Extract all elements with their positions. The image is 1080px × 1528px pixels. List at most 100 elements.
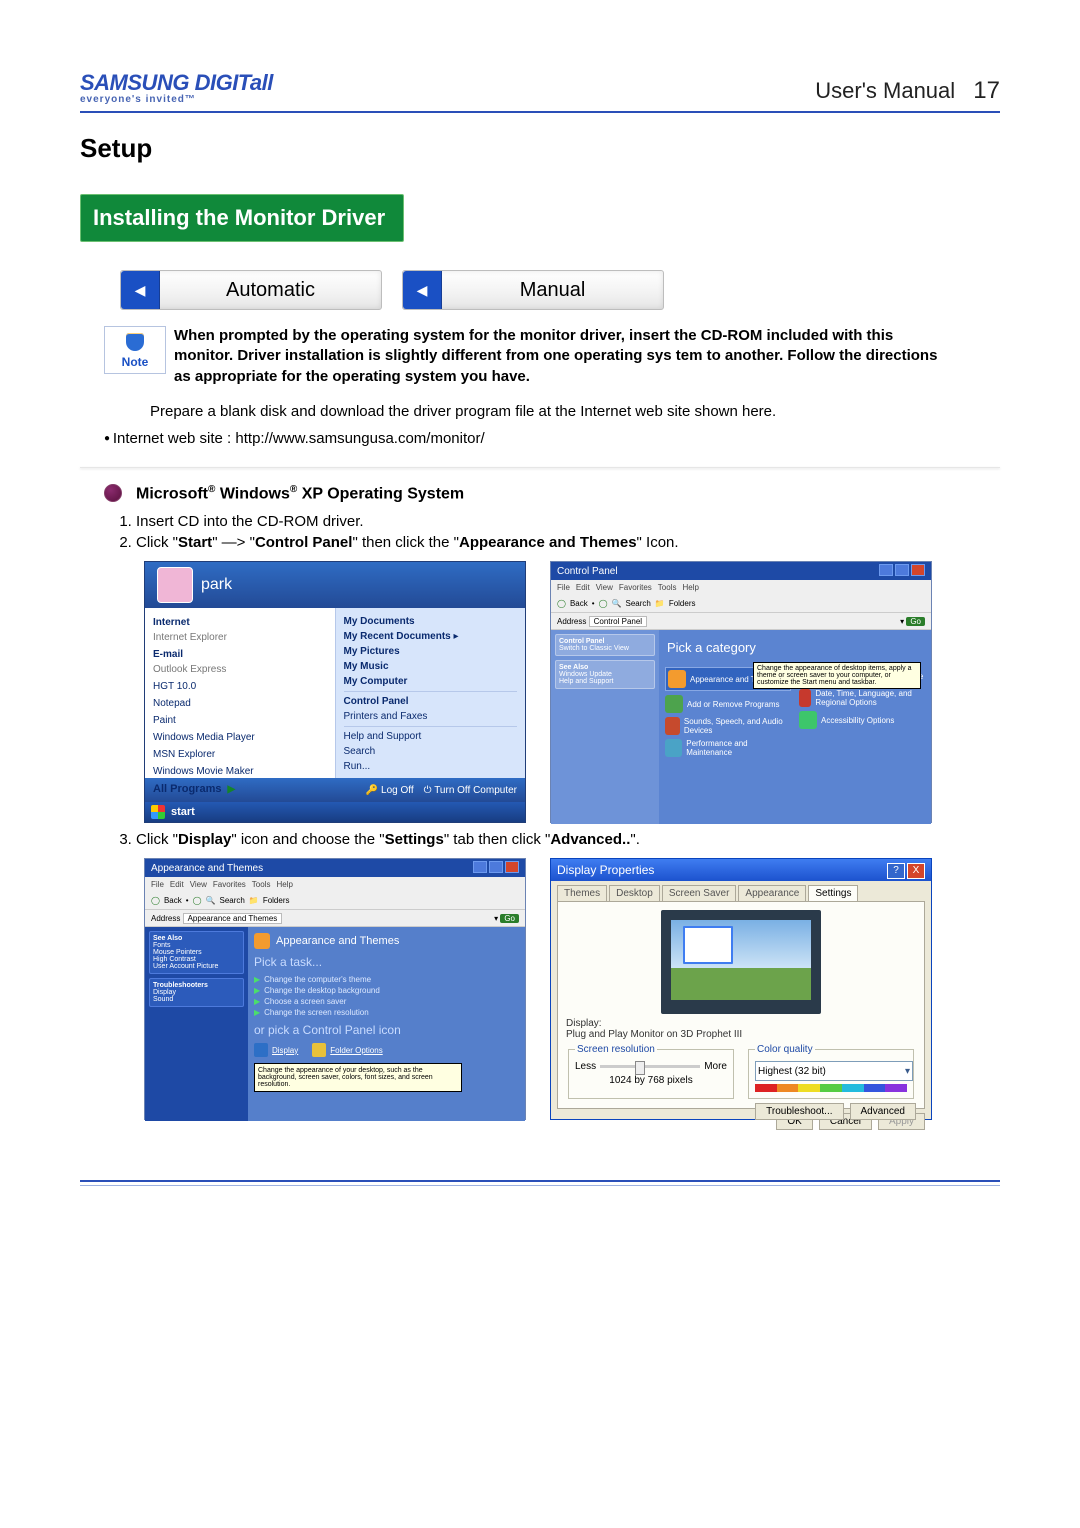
start-right-item: My Recent Documents xyxy=(344,631,451,642)
manual-tab-label: Manual xyxy=(442,279,663,302)
see-also-item: Windows Update xyxy=(559,671,612,678)
start-right-item: My Pictures xyxy=(344,646,400,657)
step-bold: Control Panel xyxy=(255,534,353,551)
address-label: Address xyxy=(557,617,586,626)
tab-cap-icon: ◀ xyxy=(121,271,160,309)
start-right-item: Printers and Faxes xyxy=(344,709,518,724)
tooltip: Change the appearance of desktop items, … xyxy=(753,662,921,689)
task-item: Change the screen resolution xyxy=(264,1008,369,1017)
pick-category-heading: Pick a category xyxy=(667,640,925,655)
display-icon-link: Display xyxy=(272,1046,298,1055)
note-badge: Note xyxy=(104,326,166,374)
avatar xyxy=(157,567,193,603)
brand-part1: SAMSUNG xyxy=(80,70,189,95)
tab-desktop: Desktop xyxy=(609,885,660,901)
menu-item: Edit xyxy=(576,583,590,592)
step-bold: Start xyxy=(178,534,212,551)
os-heading: Microsoft® Windows® XP Operating System xyxy=(136,484,464,503)
troubleshooter-item: Display xyxy=(153,989,176,996)
menu-item: Help xyxy=(682,583,698,592)
screenshot-start-menu: park InternetInternet Explorer E-mailOut… xyxy=(144,561,526,823)
side-pane-title: Control Panel xyxy=(559,638,605,645)
slider-more: More xyxy=(704,1061,727,1072)
see-also-item: Fonts xyxy=(153,942,171,949)
step-text: " then click the " xyxy=(352,534,459,551)
step-text: Click " xyxy=(136,534,178,551)
tab-settings: Settings xyxy=(808,885,858,901)
advanced-button: Advanced xyxy=(850,1103,916,1120)
color-quality-group: Color quality Highest (32 bit) xyxy=(748,1044,914,1099)
step-bold: Advanced.. xyxy=(550,831,630,848)
toolbar-folders: Folders xyxy=(669,599,696,608)
color-quality-value: Highest (32 bit) xyxy=(758,1066,826,1077)
manual-tab-button[interactable]: ◀ Manual xyxy=(402,270,664,310)
start-left-item: MSN Explorer xyxy=(153,746,327,763)
see-also-title: See Also xyxy=(153,935,182,942)
display-label: Display: xyxy=(566,1018,916,1029)
troubleshoot-button: Troubleshoot... xyxy=(755,1103,843,1120)
step-1: Insert CD into the CD-ROM driver. xyxy=(136,513,1000,530)
see-also-title: See Also xyxy=(559,664,588,671)
info-note: Change the appearance of your desktop, s… xyxy=(254,1063,462,1092)
see-also-item: High Contrast xyxy=(153,956,196,963)
screen-resolution-group: Screen resolution Less More 1024 by 768 … xyxy=(568,1044,734,1099)
dialog-title: Display Properties xyxy=(557,863,654,877)
start-left-sub: Outlook Express xyxy=(153,664,226,675)
automatic-tab-label: Automatic xyxy=(160,279,381,302)
group-legend: Screen resolution xyxy=(575,1044,657,1055)
toolbar-back: Back xyxy=(164,896,182,905)
start-right-item: Run... xyxy=(344,759,518,774)
start-right-item: My Music xyxy=(344,661,389,672)
footer-rule xyxy=(80,1180,1000,1182)
toolbar-folders: Folders xyxy=(263,896,290,905)
category-item: Performance and Maintenance xyxy=(686,739,791,757)
monitor-preview xyxy=(661,910,821,1014)
start-left-item: Windows Media Player xyxy=(153,729,327,746)
group-legend: Color quality xyxy=(755,1044,815,1055)
start-left-item: Paint xyxy=(153,712,327,729)
resolution-value: 1024 by 768 pixels xyxy=(575,1075,727,1086)
website-bullet: Internet web site : http://www.samsungus… xyxy=(104,430,1000,447)
automatic-tab-button[interactable]: ◀ Automatic xyxy=(120,270,382,310)
start-right-item: Search xyxy=(344,744,518,759)
screenshot-display-properties: Display Properties ?X Themes Desktop Scr… xyxy=(550,858,932,1120)
pick-a-task: Pick a task... xyxy=(254,955,519,969)
menu-item: Help xyxy=(276,880,292,889)
menu-item: Edit xyxy=(170,880,184,889)
troubleshooters-title: Troubleshooters xyxy=(153,982,208,989)
step-text: " Icon. xyxy=(637,534,679,551)
or-pick-icon: or pick a Control Panel icon xyxy=(254,1023,519,1037)
window-controls xyxy=(471,861,519,876)
install-driver-heading: Installing the Monitor Driver xyxy=(80,194,404,242)
os-heading-part: Microsoft xyxy=(136,485,208,502)
toolbar-search: Search xyxy=(625,599,650,608)
toolbar-search: Search xyxy=(219,896,244,905)
step-text: Insert CD into the CD-ROM driver. xyxy=(136,513,364,530)
window-title: Appearance and Themes xyxy=(151,863,263,874)
display-value: Plug and Play Monitor on 3D Prophet III xyxy=(566,1029,916,1040)
step-bold: Appearance and Themes xyxy=(459,534,637,551)
menu-item: File xyxy=(151,880,164,889)
start-left-item: Notepad xyxy=(153,695,327,712)
window-controls: ?X xyxy=(885,862,925,879)
start-left-item: HGT 10.0 xyxy=(153,678,327,695)
step-bold: Display xyxy=(178,831,231,848)
step-2: Click "Start" —> "Control Panel" then cl… xyxy=(136,534,1000,551)
divider xyxy=(80,467,1000,468)
tab-cap-icon: ◀ xyxy=(403,271,442,309)
troubleshooter-item: Sound xyxy=(153,996,173,1003)
see-also-item: Help and Support xyxy=(559,678,613,685)
section-title: Setup xyxy=(80,133,1000,164)
menu-item: View xyxy=(596,583,613,592)
window-title: Control Panel xyxy=(557,566,618,577)
color-quality-select: Highest (32 bit) xyxy=(755,1061,913,1081)
slider-less: Less xyxy=(575,1061,596,1072)
task-item: Change the computer's theme xyxy=(264,975,371,984)
address-value: Control Panel xyxy=(589,616,647,627)
start-left-item: Windows Movie Maker xyxy=(153,763,327,780)
menu-item: File xyxy=(557,583,570,592)
step-text: " tab then click " xyxy=(444,831,551,848)
step-3: Click "Display" icon and choose the "Set… xyxy=(136,831,1000,848)
bullet-icon xyxy=(104,484,122,502)
go-button: Go xyxy=(500,914,519,923)
